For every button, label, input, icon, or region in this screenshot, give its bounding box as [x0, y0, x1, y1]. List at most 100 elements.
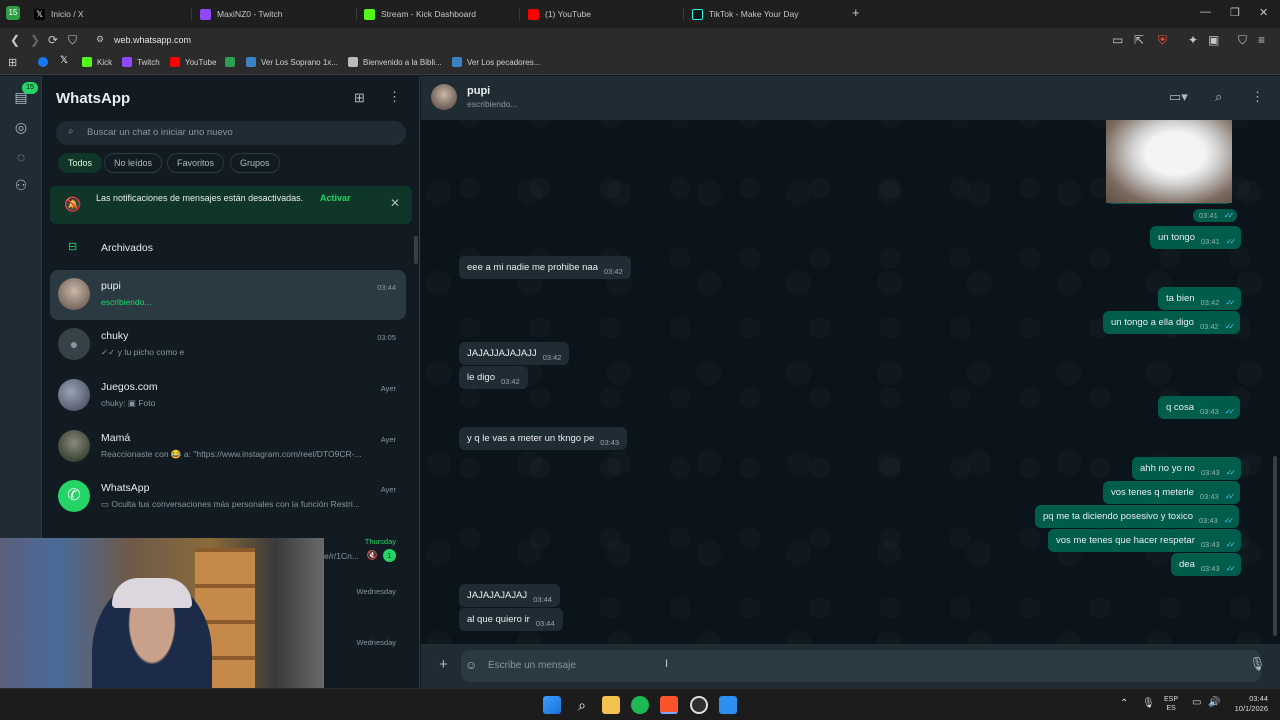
volume-icon[interactable]: 🔊 [1208, 697, 1220, 708]
bookmark-twitch[interactable]: Twitch [122, 57, 160, 67]
message-bubble[interactable]: 03:41 ✓✓ [1193, 209, 1238, 222]
conversation-header[interactable]: pupi escribiendo... ▭▾ ⌕ ⋮ [421, 76, 1280, 120]
site-info-icon[interactable]: ⚙ [96, 34, 104, 45]
search-input[interactable]: ⌕ Buscar un chat o iniciar uno nuevo [56, 121, 406, 145]
bookmark-biblioteca[interactable]: Bienvenido a la Bibli... [348, 57, 442, 67]
chat-scrollbar[interactable] [1273, 456, 1277, 636]
video-call-icon[interactable]: ▭▾ [1169, 89, 1188, 105]
message-bubble[interactable]: q cosa 03:43 ✓✓ [1158, 396, 1241, 419]
x-bookmark-icon[interactable]: 𝕏 [60, 55, 68, 66]
message-bubble[interactable]: vos me tenes que hacer respetar 03:43 ✓✓ [1048, 529, 1242, 552]
menu-icon[interactable]: ≡ [1258, 33, 1265, 47]
start-icon[interactable] [543, 696, 561, 714]
vpn-icon[interactable]: ⛉ [1238, 33, 1247, 48]
cast-icon[interactable]: ▭ [1112, 33, 1123, 47]
message-bubble[interactable]: eee a mi nadie me prohibe naa 03:42 [459, 256, 631, 279]
chat-item-whatsapp[interactable]: ✆ WhatsApp ▭ Oculta tus conversaciones m… [50, 472, 406, 522]
attach-icon[interactable]: + [439, 656, 448, 673]
kick-icon [364, 8, 375, 20]
message-bubble[interactable]: dea 03:43 ✓✓ [1171, 553, 1242, 576]
tray-chevron-icon[interactable]: ⌃ [1120, 698, 1128, 709]
new-chat-icon[interactable]: ⊞ [354, 90, 365, 106]
channels-icon[interactable]: ◌ [12, 148, 30, 166]
chat-item-juegos[interactable]: Juegos.com chuky: ▣ Foto Ayer [50, 371, 406, 421]
share-icon[interactable]: ⇱ [1134, 33, 1144, 47]
message-bubble[interactable]: un tongo a ella digo 03:42 ✓✓ [1103, 311, 1241, 334]
extensions-icon[interactable]: ✦ [1188, 33, 1198, 47]
chat-menu-icon[interactable]: ⋮ [1251, 89, 1264, 105]
message-bubble[interactable]: un tongo 03:41 ✓✓ [1150, 226, 1242, 249]
reload-icon[interactable]: ⟳ [48, 33, 58, 47]
bookmark-icon[interactable]: ⛉ [68, 33, 77, 48]
message-bubble[interactable]: ta bien 03:42 ✓✓ [1158, 287, 1241, 310]
spotify-icon[interactable] [631, 696, 649, 714]
tab-twitch[interactable]: MaxiNZ0 - Twitch [192, 4, 283, 24]
browser-profile-icon[interactable]: 15 [6, 6, 20, 20]
message-bubble[interactable]: JAJAJAJAJAJ 03:44 [459, 584, 560, 607]
chat-time: 03:44 [377, 283, 396, 292]
dog-photo[interactable] [1106, 120, 1232, 203]
bookmark-youtube[interactable]: YouTube [170, 57, 216, 67]
chat-item-pupi[interactable]: pupi escribiendo... 03:44 [50, 270, 406, 320]
message-bubble[interactable]: al que quiero ir 03:44 [459, 608, 563, 631]
sidebar-toggle-icon[interactable]: ▣ [1208, 33, 1219, 47]
search-chat-icon[interactable]: ⌕ [1215, 89, 1222, 105]
language-indicator[interactable]: ESP ES [1164, 695, 1178, 713]
message-bubble[interactable]: vos tenes q meterle 03:43 ✓✓ [1103, 481, 1241, 504]
mic-tray-icon[interactable]: 🎙 [1142, 698, 1155, 709]
search-taskbar-icon[interactable]: ⌕ [573, 696, 591, 714]
clock[interactable]: 03:44 10/1/2026 [1228, 694, 1268, 714]
scrollbar[interactable] [414, 236, 418, 264]
microphone-icon[interactable]: 🎙 [1249, 656, 1266, 672]
message-bubble[interactable]: ahh no yo no 03:43 ✓✓ [1132, 457, 1242, 480]
address-bar[interactable]: ⚙ web.whatsapp.com [88, 30, 1098, 50]
message-bubble[interactable]: y q le vas a meter un tkngo pe 03:43 [459, 427, 628, 450]
chat-time: Thursday [364, 537, 396, 546]
archived-row[interactable]: ⊟ Archivados [50, 234, 406, 262]
brave-icon[interactable] [660, 696, 678, 714]
message-input[interactable]: ☺ Escribe un mensaje I [461, 650, 1261, 682]
forward-icon[interactable]: ❯ [30, 33, 40, 47]
network-icon[interactable]: ▭ [1192, 697, 1201, 708]
bookmark-pecadores[interactable]: Ver Los pecadores... [452, 57, 540, 67]
url-text: web.whatsapp.com [114, 35, 192, 45]
search-icon: ⌕ [68, 126, 74, 137]
communities-icon[interactable]: ⚇ [12, 176, 30, 194]
facebook-icon[interactable] [38, 57, 48, 67]
chat-item-mama[interactable]: Mamá Reaccionaste con 😂 a: "https://www.… [50, 422, 406, 472]
tab-x[interactable]: 𝕏 Inicio / X [26, 4, 84, 24]
message-bubble[interactable]: le digo 03:42 [459, 366, 528, 389]
image-message[interactable] [1106, 120, 1232, 204]
contact-avatar[interactable] [431, 84, 457, 110]
new-tab-button[interactable]: + [852, 5, 860, 20]
obs-icon[interactable] [690, 696, 708, 714]
back-icon[interactable]: ❮ [10, 33, 20, 47]
maximize-button[interactable]: ❐ [1230, 6, 1240, 19]
tab-tiktok[interactable]: TikTok - Make Your Day [684, 4, 798, 24]
apps-icon[interactable]: ⊞ [8, 56, 17, 69]
filter-no-leidos[interactable]: No leídos [104, 153, 163, 173]
filter-favoritos[interactable]: Favoritos [167, 153, 225, 173]
lang-region: ES [1166, 705, 1176, 712]
file-explorer-icon[interactable] [602, 696, 620, 714]
brave-shield-icon[interactable]: ⛨ [1158, 33, 1167, 48]
more-options-icon[interactable]: ⋮ [388, 89, 401, 105]
message-bubble[interactable]: pq me ta diciendo posesivo y toxico 03:43… [1035, 505, 1240, 528]
bookmark-kick[interactable]: Kick [82, 57, 112, 67]
minimize-button[interactable]: — [1200, 6, 1211, 18]
close-notice-icon[interactable]: ✕ [390, 196, 400, 210]
bookmark-soprano[interactable]: Ver Los Soprano 1x... [246, 57, 338, 67]
chat-item-chuky[interactable]: ● chuky ✓✓ y tu picho como e 03:05 [50, 320, 406, 370]
filter-grupos[interactable]: Grupos [230, 153, 280, 173]
notice-activate-link[interactable]: Activar [320, 193, 351, 203]
tab-kick[interactable]: Stream - Kick Dashboard [356, 4, 476, 24]
message-bubble[interactable]: JAJAJJAJAJAJJ 03:42 [459, 342, 570, 365]
tab-youtube[interactable]: (1) YouTube [520, 4, 591, 24]
tab-label: MaxiNZ0 - Twitch [217, 9, 283, 19]
close-window-button[interactable]: ✕ [1259, 6, 1268, 19]
filter-todos[interactable]: Todos [58, 153, 103, 173]
camera-app-icon[interactable] [719, 696, 737, 714]
extension-bookmark-icon[interactable] [225, 57, 235, 67]
emoji-icon[interactable]: ☺ [465, 658, 477, 672]
status-icon[interactable]: ◎ [12, 118, 30, 136]
